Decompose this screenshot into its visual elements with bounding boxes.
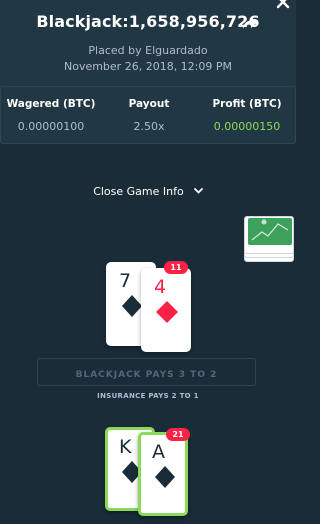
spade-icon	[155, 466, 175, 488]
close-icon[interactable]	[276, 0, 290, 9]
card-rank: K	[119, 436, 132, 458]
profit-stat: Profit (BTC) 0.00000150	[197, 87, 297, 145]
card-rank: 4	[154, 276, 167, 298]
payout-value: 2.50x	[133, 120, 165, 133]
close-game-info-label: Close Game Info	[93, 185, 184, 198]
bet-date: November 26, 2018, 12:09 PM	[63, 60, 233, 73]
dealer-card-2: 4	[141, 268, 191, 352]
share-icon[interactable]	[242, 15, 258, 31]
diamond-icon	[156, 301, 178, 323]
deck-card-top	[244, 216, 294, 254]
profit-value: 0.00000150	[213, 120, 281, 133]
card-rank: 7	[119, 270, 132, 292]
placed-by-text: Placed by Elguardado	[88, 44, 208, 57]
card-rank: A	[152, 441, 165, 463]
blackjack-pays-text: BLACKJACK PAYS 3 TO 2	[75, 370, 218, 380]
wagered-stat: Wagered (BTC) 0.00000100	[1, 87, 101, 145]
payout-label: Payout	[128, 98, 170, 110]
page-title: Blackjack:1,658,956,726	[36, 12, 260, 31]
blackjack-pays-box: BLACKJACK PAYS 3 TO 2	[37, 358, 256, 386]
card-deck	[244, 216, 294, 262]
wagered-value: 0.00000100	[17, 120, 85, 133]
close-game-info-toggle[interactable]: Close Game Info	[0, 180, 296, 199]
deck-pattern-icon	[251, 219, 289, 241]
chevron-down-icon	[193, 187, 203, 194]
player-score-badge: 21	[166, 428, 190, 441]
payout-stat: Payout 2.50x	[101, 87, 197, 145]
dealer-score-badge: 11	[164, 261, 188, 274]
bet-stats-panel: Wagered (BTC) 0.00000100 Payout 2.50x Pr…	[0, 86, 296, 144]
deck-card-face	[248, 218, 292, 245]
profit-label: Profit (BTC)	[212, 98, 282, 110]
insurance-pays-text: INSURANCE PAYS 2 TO 1	[97, 392, 199, 400]
player-card-2: A	[138, 432, 188, 516]
wagered-label: Wagered (BTC)	[6, 98, 96, 110]
